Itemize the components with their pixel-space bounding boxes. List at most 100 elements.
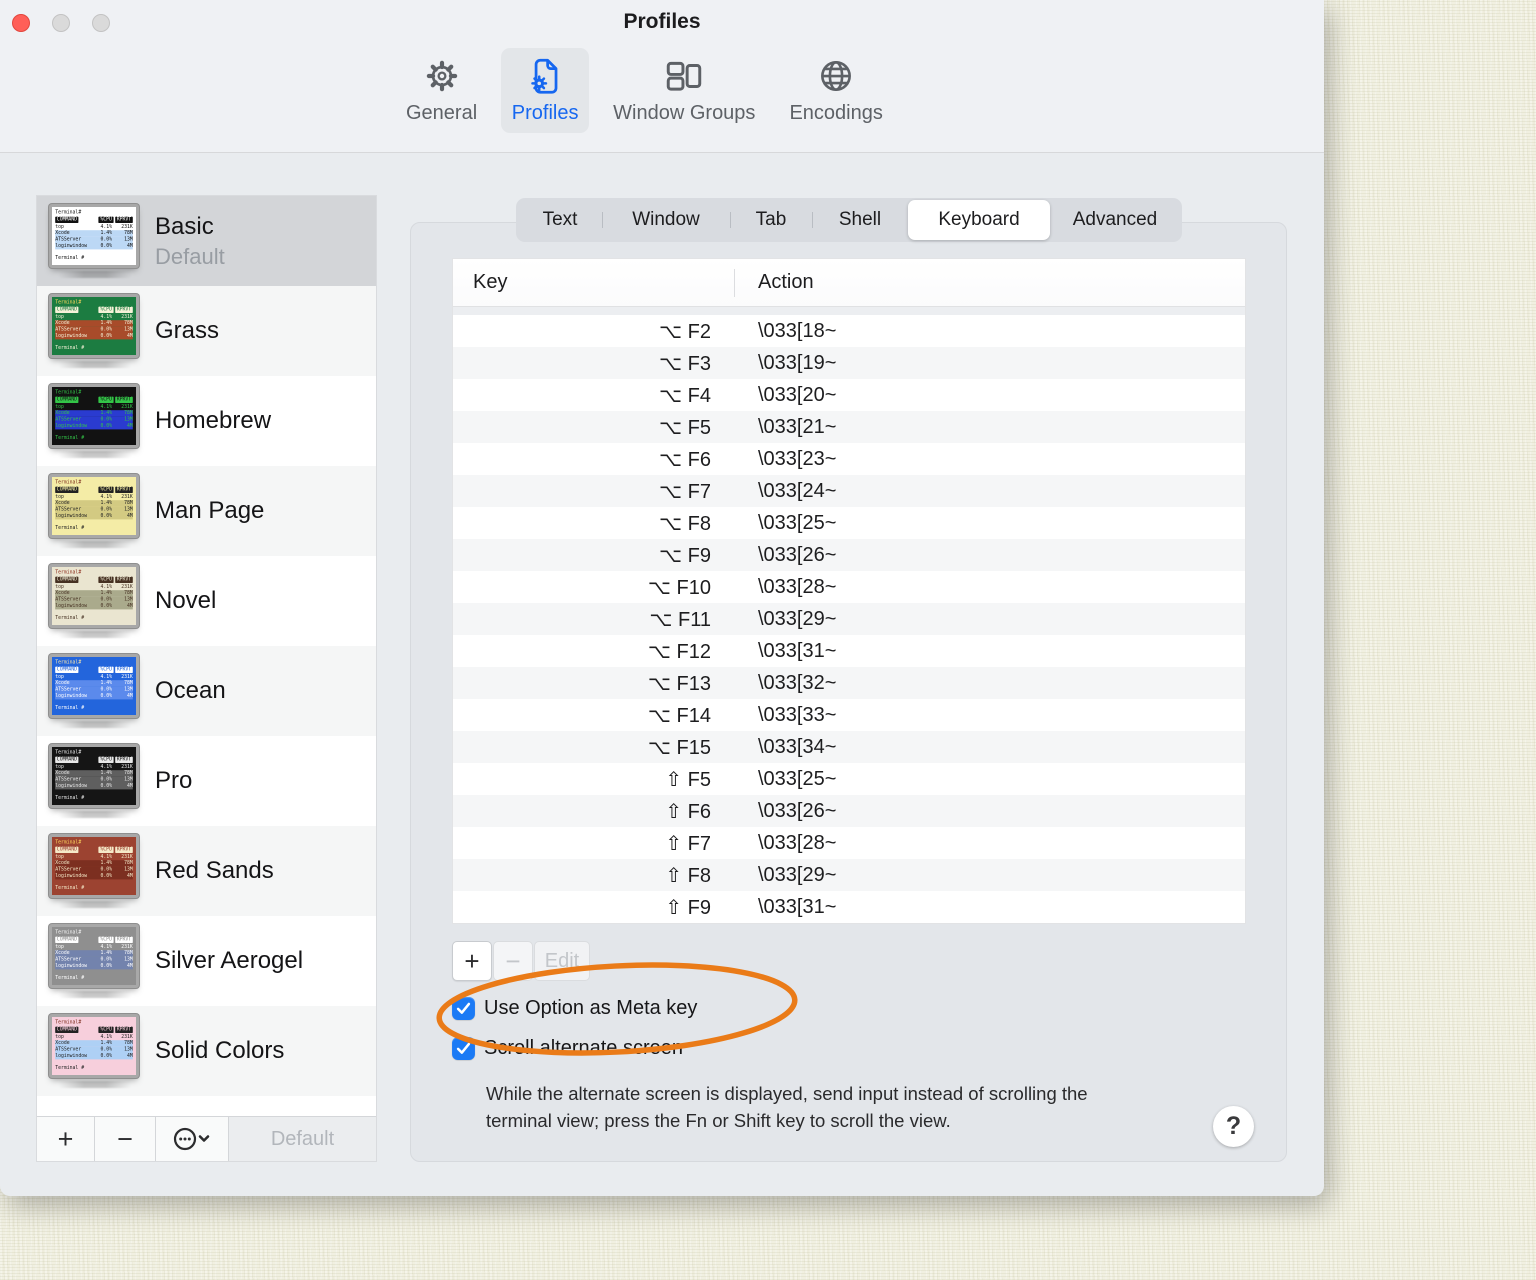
key-cell: ⌥ F11: [649, 608, 711, 631]
key-mapping-row[interactable]: ⌥ F15 \033[34~: [453, 731, 1245, 763]
profile-thumbnail: Terminal# COMMAND %CPU RPRVT top 4.1% 231K…: [49, 654, 141, 728]
profile-list-item[interactable]: Terminal# COMMAND %CPU RPRVT top 4.1% 231K…: [37, 1006, 376, 1096]
key-cell: ⌥ F2: [659, 320, 711, 343]
tab-keyboard[interactable]: Keyboard: [908, 200, 1050, 240]
action-cell: \033[28~: [758, 575, 837, 598]
more-options-button[interactable]: [156, 1117, 229, 1161]
profile-list-item[interactable]: Terminal# COMMAND %CPU RPRVT top 4.1% 231K…: [37, 646, 376, 736]
tab-advanced[interactable]: Advanced: [1050, 200, 1180, 240]
checkbox-label: Scroll alternate screen: [484, 1037, 683, 1059]
profile-list-item[interactable]: Terminal# COMMAND %CPU RPRVT top 4.1% 231K…: [37, 826, 376, 916]
terminal-settings-window: Profiles General Profiles Window Groups …: [0, 0, 1324, 1196]
profile-list-item[interactable]: Terminal# COMMAND %CPU RPRVT top 4.1% 231K…: [37, 736, 376, 826]
column-header-action[interactable]: Action: [734, 271, 814, 294]
key-mapping-row[interactable]: ⌥ F7 \033[24~: [453, 475, 1245, 507]
key-mapping-row[interactable]: ⌥ F12 \033[31~: [453, 635, 1245, 667]
key-cell: ⌥ F3: [659, 352, 711, 375]
profile-thumbnail: Terminal# COMMAND %CPU RPRVT top 4.1% 231K…: [49, 924, 141, 998]
profile-thumbnail: Terminal# COMMAND %CPU RPRVT top 4.1% 231K…: [49, 474, 141, 548]
tab-tab[interactable]: Tab: [730, 200, 812, 240]
help-button[interactable]: ?: [1213, 1106, 1254, 1147]
add-profile-button[interactable]: +: [37, 1117, 95, 1161]
column-divider: [734, 269, 735, 297]
key-cell: ⌥ F9: [659, 544, 711, 567]
profile-list-item[interactable]: Terminal# COMMAND %CPU RPRVT top 4.1% 231K…: [37, 196, 376, 286]
action-cell: \033[19~: [758, 351, 837, 374]
key-mapping-row[interactable]: ⌥ F6 \033[23~: [453, 443, 1245, 475]
toolbar-label-general: General: [406, 102, 478, 124]
add-key-button[interactable]: +: [452, 941, 492, 981]
action-cell: \033[21~: [758, 415, 837, 438]
action-cell: \033[31~: [758, 639, 837, 662]
key-mapping-row[interactable]: ⌥ F3 \033[19~: [453, 347, 1245, 379]
key-mapping-row[interactable]: ⌥ F4 \033[20~: [453, 379, 1245, 411]
set-default-button[interactable]: Default: [229, 1117, 376, 1161]
action-cell: \033[28~: [758, 831, 837, 854]
thumbnail-reflection: [58, 901, 132, 908]
option-scroll-alternate-screen[interactable]: Scroll alternate screen: [452, 1037, 683, 1060]
key-mapping-row[interactable]: ⌥ F2 \033[18~: [453, 315, 1245, 347]
thumbnail-reflection: [58, 811, 132, 818]
action-cell: \033[32~: [758, 671, 837, 694]
thumbnail-process-line: loginwindow 0.0% 4M: [55, 243, 133, 250]
profile-list-item[interactable]: Terminal# COMMAND %CPU RPRVT top 4.1% 231K…: [37, 286, 376, 376]
key-mapping-row[interactable]: ⌥ F14 \033[33~: [453, 699, 1245, 731]
key-mapping-row[interactable]: ⇧ F6 \033[26~: [453, 795, 1245, 827]
profile-name: Homebrew: [155, 407, 272, 434]
action-cell: \033[23~: [758, 447, 837, 470]
column-header-key[interactable]: Key: [453, 271, 734, 294]
key-cell: ⌥ F14: [647, 704, 711, 727]
key-cell: ⌥ F7: [659, 480, 711, 503]
profile-list-item[interactable]: Terminal# COMMAND %CPU RPRVT top 4.1% 231K…: [37, 556, 376, 646]
profile-thumbnail: Terminal# COMMAND %CPU RPRVT top 4.1% 231K…: [49, 564, 141, 638]
profile-list-item[interactable]: Terminal# COMMAND %CPU RPRVT top 4.1% 231K…: [37, 916, 376, 1006]
key-mapping-row[interactable]: ⇧ F8 \033[29~: [453, 859, 1245, 891]
profile-thumbnail: Terminal# COMMAND %CPU RPRVT top 4.1% 231K…: [49, 1014, 141, 1088]
tab-window[interactable]: Window: [602, 200, 730, 240]
profile-name: Man Page: [155, 497, 265, 524]
action-cell: \033[34~: [758, 735, 837, 758]
key-cell: ⇧ F9: [665, 896, 711, 919]
remove-key-button[interactable]: −: [493, 941, 533, 981]
key-mapping-row[interactable]: ⌥ F10 \033[28~: [453, 571, 1245, 603]
tab-shell[interactable]: Shell: [812, 200, 908, 240]
window-chrome: Profiles General Profiles Window Groups …: [0, 0, 1324, 153]
thumbnail-reflection: [58, 361, 132, 368]
thumbnail-reflection: [58, 991, 132, 998]
key-cell: ⇧ F5: [665, 768, 711, 791]
thumbnail-reflection: [58, 631, 132, 638]
checkbox-checked-icon[interactable]: [452, 1037, 475, 1060]
key-mapping-row[interactable]: ⇧ F9 \033[31~: [453, 891, 1245, 923]
thumbnail-process-line: loginwindow 0.0% 4M: [55, 1053, 133, 1060]
key-cell: ⌥ F8: [659, 512, 711, 535]
thumbnail-process-line: loginwindow 0.0% 4M: [55, 513, 133, 520]
edit-key-button[interactable]: Edit: [534, 941, 590, 981]
tab-text[interactable]: Text: [518, 200, 602, 240]
toolbar-item-general[interactable]: General: [396, 48, 487, 133]
globe-icon: [815, 54, 857, 98]
key-mapping-row[interactable]: ⌥ F5 \033[21~: [453, 411, 1245, 443]
key-mapping-row[interactable]: ⌥ F13 \033[32~: [453, 667, 1245, 699]
profile-name: Red Sands: [155, 857, 274, 884]
key-cell: ⌥ F15: [647, 736, 711, 759]
profile-list-item[interactable]: Terminal# COMMAND %CPU RPRVT top 4.1% 231K…: [37, 376, 376, 466]
toolbar-item-profiles[interactable]: Profiles: [501, 48, 590, 133]
key-mapping-row[interactable]: ⌥ F8 \033[25~: [453, 507, 1245, 539]
key-mapping-row[interactable]: ⇧ F7 \033[28~: [453, 827, 1245, 859]
toolbar-item-window-groups[interactable]: Window Groups: [603, 48, 765, 133]
profile-document-icon: [524, 54, 566, 98]
remove-profile-button[interactable]: −: [95, 1117, 156, 1161]
key-mapping-row[interactable]: ⇧ F5 \033[25~: [453, 763, 1245, 795]
profile-name: Solid Colors: [155, 1037, 285, 1064]
key-mapping-row[interactable]: ⌥ F9 \033[26~: [453, 539, 1245, 571]
checkbox-checked-icon[interactable]: [452, 997, 475, 1020]
toolbar-item-encodings[interactable]: Encodings: [779, 48, 892, 133]
option-use-option-as-meta[interactable]: Use Option as Meta key: [452, 997, 697, 1020]
action-cell: \033[29~: [758, 607, 837, 630]
profile-list-item[interactable]: Terminal# COMMAND %CPU RPRVT top 4.1% 231K…: [37, 466, 376, 556]
key-cell: ⇧ F8: [665, 864, 711, 887]
alternate-screen-help-text: While the alternate screen is displayed,…: [486, 1083, 1088, 1131]
thumbnail-process-line: loginwindow 0.0% 4M: [55, 783, 133, 790]
thumbnail-process-line: loginwindow 0.0% 4M: [55, 873, 133, 880]
key-mapping-row[interactable]: ⌥ F11 \033[29~: [453, 603, 1245, 635]
